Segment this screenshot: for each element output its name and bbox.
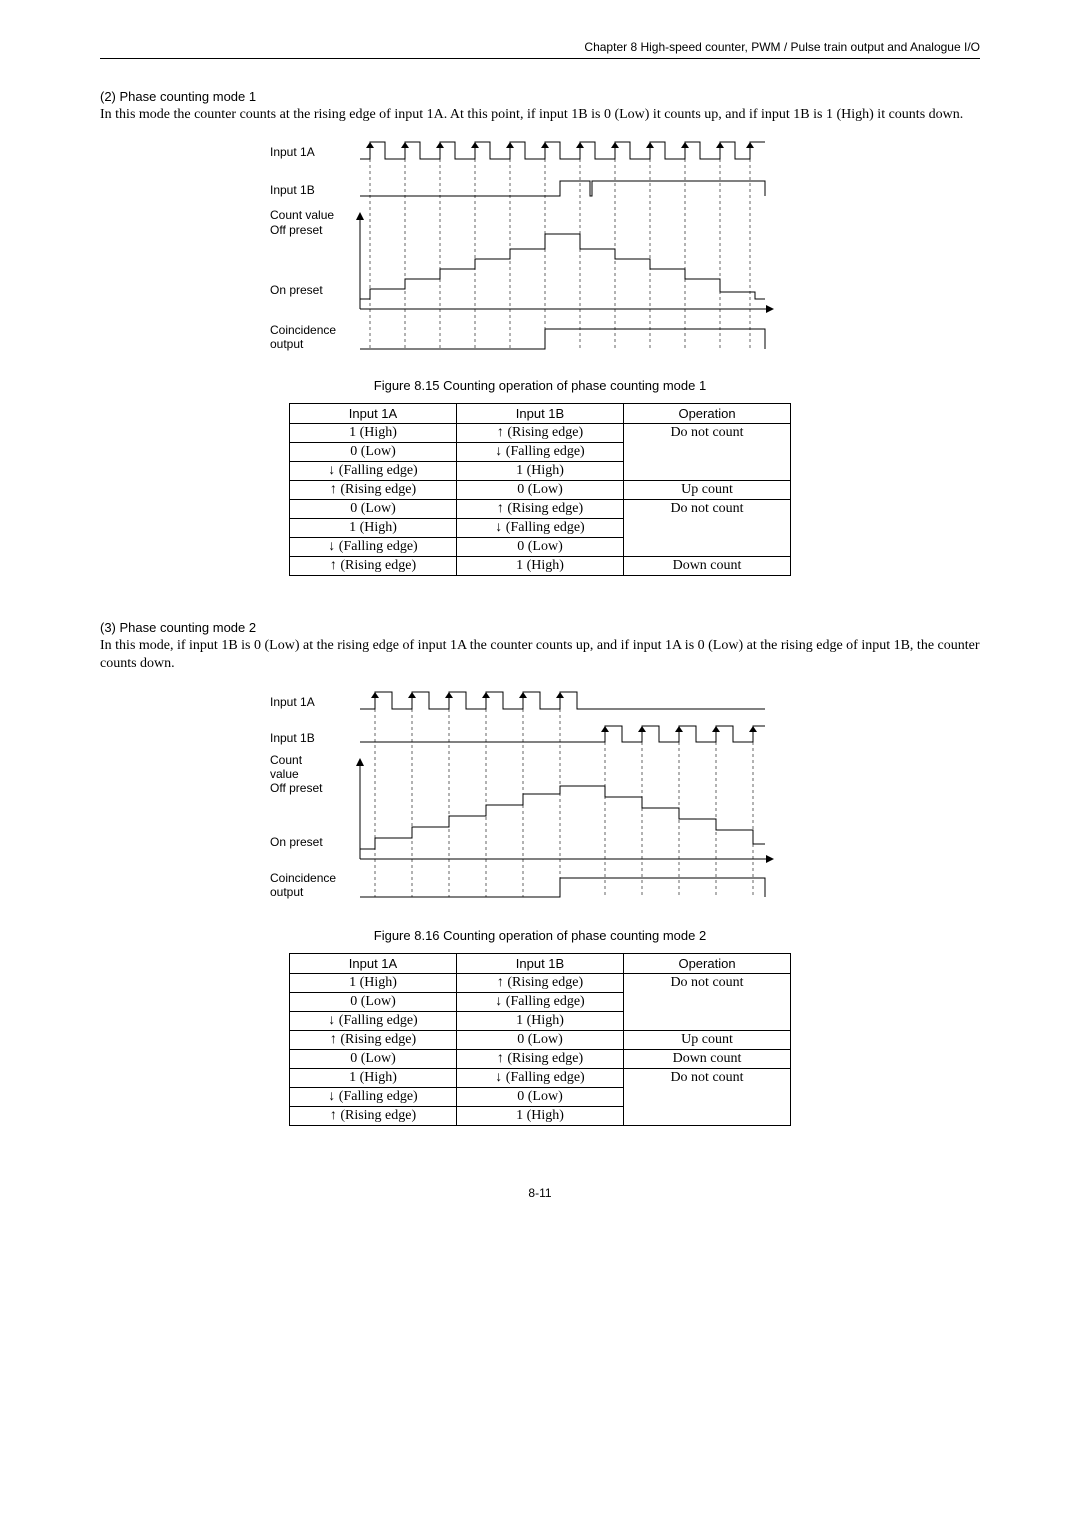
section3-title: (3) Phase counting mode 2 <box>100 620 980 635</box>
table-row: ↓ (Falling edge)0 (Low) <box>290 1087 791 1106</box>
table-row: 0 (Low)↑ (Rising edge)Do not count <box>290 500 791 519</box>
th-input-1b: Input 1B <box>457 953 624 973</box>
table-row: 1 (High)↓ (Falling edge) <box>290 519 791 538</box>
table-row: ↓ (Falling edge)1 (High) <box>290 1011 791 1030</box>
figure-8-15-diagram: Input 1A Input 1B Count value Off preset… <box>100 134 980 364</box>
label-on-preset: On preset <box>270 835 323 849</box>
table-row: ↑ (Rising edge)1 (High)Down count <box>290 557 791 576</box>
section3-body: In this mode, if input 1B is 0 (Low) at … <box>100 637 980 673</box>
th-operation: Operation <box>624 953 791 973</box>
label-on-preset: On preset <box>270 283 323 297</box>
table-row: 1 (High)↓ (Falling edge)Do not count <box>290 1068 791 1087</box>
label-count: Count <box>270 753 303 767</box>
table-row: ↑ (Rising edge)0 (Low)Up count <box>290 481 791 500</box>
table-row: 0 (Low)↓ (Falling edge) <box>290 443 791 462</box>
th-input-1a: Input 1A <box>290 404 457 424</box>
label-input-1a: Input 1A <box>270 695 315 709</box>
table-row: ↓ (Falling edge)1 (High) <box>290 462 791 481</box>
section2-title: (2) Phase counting mode 1 <box>100 89 980 104</box>
table-row: ↑ (Rising edge)1 (High) <box>290 1106 791 1125</box>
label-coincidence: Coincidence <box>270 323 336 337</box>
table-mode1: Input 1A Input 1B Operation 1 (High)↑ (R… <box>289 403 791 576</box>
label-input-1b: Input 1B <box>270 183 315 197</box>
table-row: 1 (High)↑ (Rising edge)Do not count <box>290 973 791 992</box>
table-row: 1 (High)↑ (Rising edge)Do not count <box>290 424 791 443</box>
th-input-1b: Input 1B <box>457 404 624 424</box>
th-input-1a: Input 1A <box>290 953 457 973</box>
th-operation: Operation <box>624 404 791 424</box>
table-row: ↓ (Falling edge)0 (Low) <box>290 538 791 557</box>
figure-8-16-caption: Figure 8.16 Counting operation of phase … <box>100 928 980 943</box>
page-number: 8-11 <box>100 1186 980 1200</box>
label-output: output <box>270 337 304 351</box>
label-output: output <box>270 885 304 899</box>
label-value: value <box>270 767 299 781</box>
table-header: Input 1A Input 1B Operation <box>290 953 791 973</box>
label-input-1a: Input 1A <box>270 145 315 159</box>
label-input-1b: Input 1B <box>270 731 315 745</box>
label-off-preset: Off preset <box>270 223 323 237</box>
page-header: Chapter 8 High-speed counter, PWM / Puls… <box>100 40 980 59</box>
figure-8-16-diagram: Input 1A Input 1B Count value Off preset… <box>100 684 980 914</box>
table-mode2: Input 1A Input 1B Operation 1 (High)↑ (R… <box>289 953 791 1126</box>
table-header: Input 1A Input 1B Operation <box>290 404 791 424</box>
section2-body: In this mode the counter counts at the r… <box>100 106 980 124</box>
label-coincidence: Coincidence <box>270 871 336 885</box>
table-row: 0 (Low)↑ (Rising edge)Down count <box>290 1049 791 1068</box>
figure-8-15-caption: Figure 8.15 Counting operation of phase … <box>100 378 980 393</box>
table-row: ↑ (Rising edge)0 (Low)Up count <box>290 1030 791 1049</box>
table-row: 0 (Low)↓ (Falling edge) <box>290 992 791 1011</box>
label-off-preset: Off preset <box>270 781 323 795</box>
label-count-value: Count value <box>270 208 334 222</box>
